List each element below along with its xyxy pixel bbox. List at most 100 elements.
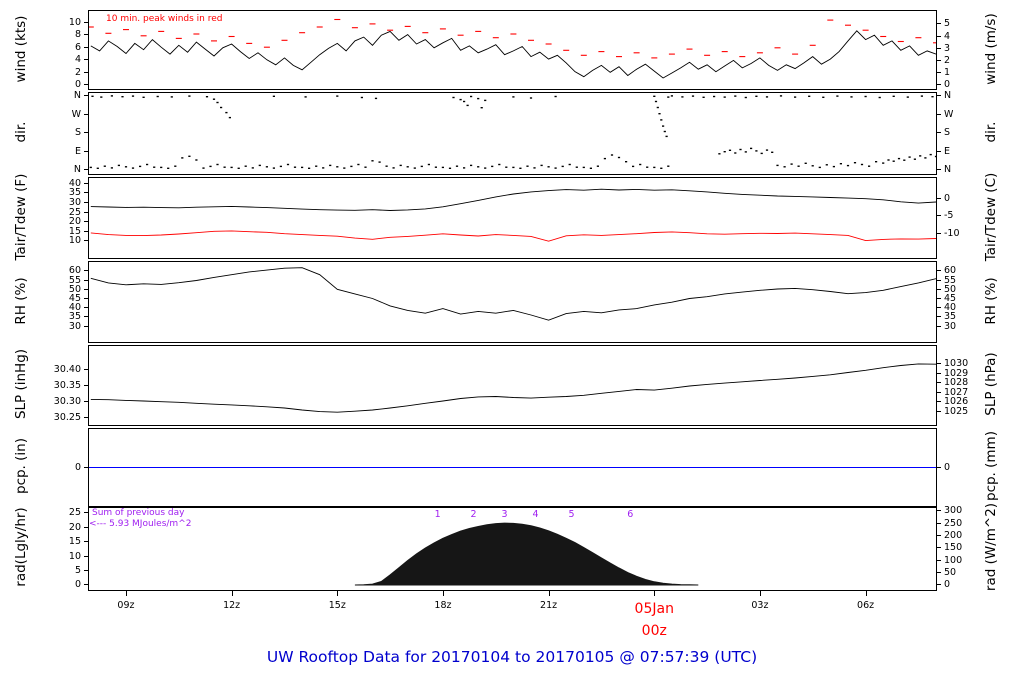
- x-tick-mark: [548, 591, 550, 596]
- panel-temp-dew: 10 15 20 25 30 35 40 0 -5 -10: [69, 177, 960, 259]
- tick-label: 15: [68, 536, 81, 548]
- tick-mark: [84, 221, 89, 223]
- x-tick-mark: [865, 591, 867, 596]
- tick-label: 0: [74, 579, 81, 591]
- x-tick-label: 21z: [540, 600, 558, 611]
- tick-label: 40: [68, 302, 81, 314]
- tick-mark: [84, 230, 89, 232]
- tick-mark: [936, 94, 941, 96]
- tick-label: 300: [944, 505, 963, 517]
- tick-mark: [84, 21, 89, 23]
- rad-hour-marker: 1: [434, 509, 441, 520]
- tick-label: 25: [68, 206, 81, 218]
- tick-label: 30: [68, 196, 81, 208]
- x-tick-mark: [337, 591, 339, 596]
- x-tick-mark: [231, 591, 233, 596]
- x-tick-label: 15z: [328, 600, 346, 611]
- tick-label: 60: [944, 265, 957, 277]
- tick-mark: [936, 522, 941, 524]
- tick-label: 150: [944, 542, 963, 554]
- x-tick-label: 03z: [751, 600, 769, 611]
- tick-mark: [84, 279, 89, 281]
- tick-label: 2: [944, 54, 951, 66]
- tick-mark: [84, 512, 89, 514]
- panel-precip: 00: [75, 428, 950, 507]
- tick-mark: [84, 211, 89, 213]
- panel-slp: 30.25 30.30 30.35 30.40 1025 1026 1027 1028 1029…: [54, 345, 968, 426]
- panel-direction: NWSENNWSEN: [72, 91, 953, 175]
- tick-mark: [84, 400, 89, 402]
- tick-label: 1: [944, 67, 951, 79]
- tick-mark: [936, 307, 941, 309]
- tick-label: 30.25: [53, 411, 81, 423]
- x-tick-mark: [654, 591, 656, 596]
- tick-mark: [84, 307, 89, 309]
- tick-label: 1027: [944, 386, 969, 398]
- tick-label: 35: [68, 311, 81, 323]
- tick-label: 2: [74, 66, 81, 78]
- tick-mark: [936, 279, 941, 281]
- tick-label: 10: [68, 16, 81, 28]
- tick-label: 50: [944, 567, 957, 579]
- tick-label: E: [74, 145, 81, 157]
- tick-label: 35: [944, 311, 957, 323]
- tick-label: 0: [944, 462, 951, 473]
- tick-label: 0: [74, 79, 81, 91]
- tick-mark: [84, 584, 89, 586]
- tick-label: 60: [68, 265, 81, 277]
- tick-mark: [84, 298, 89, 299]
- tick-mark: [84, 555, 89, 557]
- tick-label: 50: [68, 283, 81, 295]
- series-wind_speed_kts: [90, 30, 936, 79]
- tick-label: 0: [944, 193, 951, 205]
- tick-label: 5: [74, 565, 81, 577]
- rad-hour-marker: 2: [470, 509, 477, 520]
- tick-label: -5: [944, 210, 954, 222]
- x-tick-label: 12z: [223, 600, 241, 611]
- tick-label: 20: [68, 216, 81, 228]
- tick-mark: [84, 384, 89, 386]
- tick-mark: [936, 584, 941, 586]
- tick-label: 40: [68, 177, 81, 189]
- tick-mark: [84, 113, 89, 115]
- series-slp_inhg: [90, 363, 936, 413]
- series-tair_f: [90, 188, 936, 211]
- tick-label: W: [944, 108, 954, 120]
- tick-label: S: [74, 127, 81, 139]
- tick-mark: [936, 363, 941, 365]
- tick-label: 0: [944, 579, 951, 591]
- rad-hour-marker: 5: [568, 509, 575, 520]
- tick-label: 30.35: [53, 379, 81, 391]
- tick-label: 35: [68, 187, 81, 199]
- tick-label: 55: [68, 274, 81, 286]
- tick-label: 40: [944, 302, 957, 314]
- tick-label: 45: [68, 293, 81, 304]
- tick-label: W: [71, 108, 81, 120]
- tick-label: 1029: [944, 367, 969, 379]
- tick-mark: [936, 215, 941, 217]
- tick-label: E: [944, 145, 951, 157]
- series-rh_pct: [90, 267, 936, 321]
- tick-label: 30: [68, 320, 81, 332]
- tick-mark: [936, 35, 941, 37]
- tick-label: 100: [944, 554, 963, 566]
- tick-label: -10: [944, 227, 960, 239]
- tick-label: 20: [68, 521, 81, 533]
- tick-mark: [936, 113, 941, 115]
- tick-mark: [936, 298, 941, 299]
- series-tdew_f: [90, 230, 936, 242]
- tick-mark: [84, 467, 89, 468]
- plot-rad: [354, 522, 699, 586]
- tick-mark: [936, 288, 941, 290]
- tick-mark: [84, 570, 89, 572]
- x-tick-label: 18z: [434, 600, 452, 611]
- tick-label: 0: [74, 462, 81, 473]
- x-tick-label: 09z: [117, 600, 135, 611]
- tick-mark: [936, 270, 941, 272]
- tick-mark: [84, 94, 89, 96]
- tick-mark: [936, 198, 941, 200]
- x-tick-mark: [442, 591, 444, 596]
- x-tick-mark: [759, 591, 761, 596]
- tick-mark: [84, 368, 89, 370]
- tick-mark: [84, 71, 89, 73]
